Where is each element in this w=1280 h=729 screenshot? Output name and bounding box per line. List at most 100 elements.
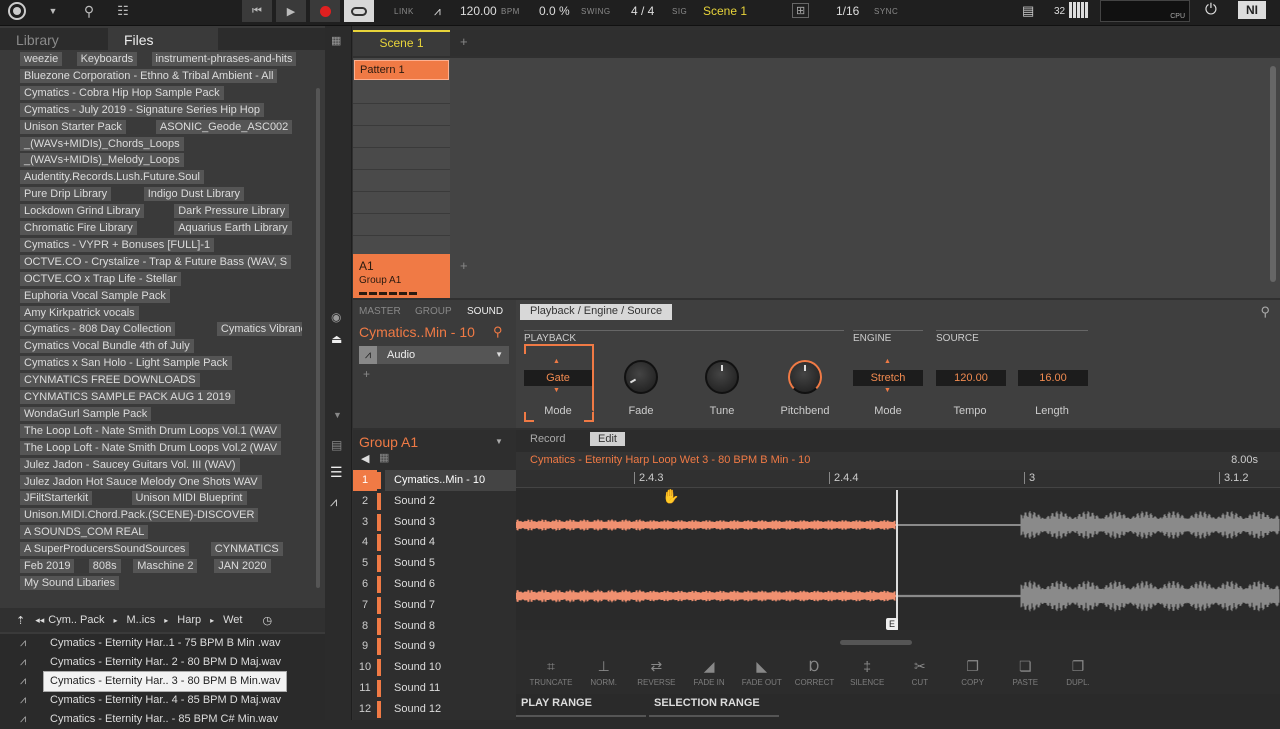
- folder-tag[interactable]: OCTVE.CO x Trap Life - Stellar: [20, 271, 181, 286]
- menu-dropdown-button[interactable]: ▼: [40, 0, 66, 22]
- add-scene-button[interactable]: +: [460, 34, 468, 49]
- search-icon[interactable]: ⚲: [1260, 304, 1270, 320]
- timeline-ruler[interactable]: 2.4.3 2.4.4 3 3.1.2: [516, 470, 1280, 488]
- tab-sound[interactable]: SOUND: [467, 306, 503, 317]
- pitchbend-knob[interactable]: [788, 360, 822, 394]
- restart-button[interactable]: ⏮: [242, 0, 272, 22]
- sound-slot[interactable]: 10 Sound 10: [353, 657, 516, 678]
- collapse-icon[interactable]: ▼: [333, 410, 342, 420]
- waveform-view[interactable]: E ✋: [516, 488, 1280, 630]
- folder-tag[interactable]: 808s: [88, 559, 121, 573]
- pattern-row[interactable]: [353, 192, 450, 214]
- chevron-down-icon[interactable]: ▼: [495, 437, 503, 446]
- folder-tag[interactable]: Indigo Dust Library: [143, 187, 245, 202]
- tab-files[interactable]: Files: [108, 28, 218, 50]
- play-button[interactable]: ▶: [276, 0, 306, 22]
- keyboard-view-icon[interactable]: ▤: [1022, 3, 1034, 19]
- sound-slot[interactable]: 5 Sound 5: [353, 553, 516, 574]
- folder-tag[interactable]: Unison MIDI Blueprint: [131, 491, 247, 506]
- file-row[interactable]: ⩘ Cymatics - Eternity Har.. 4 - 85 BPM D …: [0, 691, 325, 710]
- link-toggle[interactable]: LINK: [394, 7, 414, 16]
- folder-tag[interactable]: Maschine 2: [133, 559, 198, 573]
- speaker-icon[interactable]: ◀: [361, 452, 369, 465]
- folder-tag[interactable]: CYNMATICS FREE DOWNLOADS: [20, 373, 200, 388]
- reverse-button[interactable]: ⇄ REVERSE: [631, 658, 681, 687]
- waveform-scrollbar[interactable]: [840, 640, 912, 645]
- folder-tag[interactable]: Cymatics - Cobra Hip Hop Sample Pack: [20, 85, 224, 100]
- breadcrumb-item[interactable]: M..ics: [127, 614, 156, 626]
- folder-tag[interactable]: CYNMATICS: [210, 542, 283, 557]
- sound-slot[interactable]: 4 Sound 4: [353, 532, 516, 553]
- folder-tag[interactable]: A SuperProducersSoundSources: [20, 542, 190, 557]
- quantize-value[interactable]: 1/16: [836, 4, 859, 18]
- folder-tag[interactable]: _(WAVs+MIDIs)_Chords_Loops: [20, 136, 184, 151]
- folder-tag[interactable]: JFiltStarterkit: [20, 491, 93, 506]
- folder-tag[interactable]: JAN 2020: [214, 559, 271, 573]
- arranger-view-icon[interactable]: ▦: [331, 34, 341, 47]
- pattern-row[interactable]: [353, 82, 450, 104]
- folder-tag[interactable]: Cymatics - VYPR + Bonuses [FULL]-1: [20, 237, 215, 252]
- maschine-logo-button[interactable]: [4, 0, 30, 22]
- up-arrow-icon[interactable]: ▲: [553, 358, 560, 365]
- engine-mode-selector[interactable]: Stretch: [853, 370, 923, 386]
- sync-label[interactable]: SYNC: [874, 7, 898, 16]
- silence-button[interactable]: ‡ SILENCE: [842, 658, 892, 687]
- ni-logo-icon[interactable]: NI: [1238, 1, 1266, 19]
- down-arrow-icon[interactable]: ▼: [884, 387, 891, 394]
- edit-tab[interactable]: Edit: [590, 432, 625, 446]
- copy-button[interactable]: ❐ COPY: [948, 658, 998, 687]
- mode-selector[interactable]: Gate: [524, 370, 592, 386]
- folder-tag[interactable]: instrument-phrases-and-hits: [151, 52, 297, 66]
- folder-tag[interactable]: Cymatics x San Holo - Light Sample Pack: [20, 356, 232, 371]
- sound-slot[interactable]: 1 Cymatics..Min - 10: [353, 470, 516, 491]
- tag-scrollbar[interactable]: [316, 88, 320, 588]
- fade-knob[interactable]: [624, 360, 658, 394]
- folder-tag[interactable]: Lockdown Grind Library: [20, 204, 145, 219]
- pattern-row[interactable]: [353, 126, 450, 148]
- folder-tag[interactable]: Cymatics - 808 Day Collection: [20, 322, 176, 337]
- file-row[interactable]: ⩘ Cymatics - Eternity Har.. 2 - 80 BPM D …: [0, 653, 325, 672]
- folder-tag[interactable]: CYNMATICS SAMPLE PACK AUG 1 2019: [20, 390, 235, 404]
- cut-button[interactable]: ✂ CUT: [895, 658, 945, 687]
- folder-tag[interactable]: Chromatic Fire Library: [20, 221, 137, 235]
- pad-view-icon[interactable]: ▤: [331, 438, 342, 452]
- scene-slot[interactable]: Scene 1: [353, 30, 450, 56]
- breadcrumb-item[interactable]: Wet: [223, 614, 242, 626]
- folder-tag[interactable]: My Sound Libaries: [20, 575, 120, 590]
- sound-slot[interactable]: 12 Sound 12: [353, 699, 516, 720]
- duplicate-button[interactable]: ❐ DUPL.: [1053, 658, 1103, 687]
- grid-icon[interactable]: ▦: [379, 451, 389, 464]
- folder-tag[interactable]: OCTVE.CO - Crystalize - Trap & Future Ba…: [20, 254, 292, 269]
- down-arrow-icon[interactable]: ▼: [553, 387, 560, 394]
- group-slot-a1[interactable]: A1 Group A1: [353, 254, 450, 298]
- signature-value[interactable]: 4 / 4: [631, 4, 654, 18]
- sample-editor-icon[interactable]: ⩘: [330, 494, 337, 510]
- folder-tag[interactable]: WondaGurl Sample Pack: [20, 406, 152, 421]
- length-value[interactable]: 16.00: [1018, 370, 1088, 386]
- fade-out-button[interactable]: ◣ FADE OUT: [737, 658, 787, 687]
- up-arrow-icon[interactable]: ▲: [884, 358, 891, 365]
- bpm-value[interactable]: 120.00: [460, 4, 497, 18]
- group-name[interactable]: Group A1: [359, 434, 418, 450]
- list-view-icon[interactable]: ☰: [330, 464, 343, 481]
- page-selector[interactable]: Playback / Engine / Source: [520, 304, 673, 320]
- follow-icon[interactable]: ⊞: [792, 3, 810, 18]
- scene-display[interactable]: Scene 1: [703, 4, 747, 18]
- folder-tag[interactable]: Amy Kirkpatrick vocals: [20, 305, 139, 320]
- tune-knob[interactable]: [705, 360, 739, 394]
- up-arrow-icon[interactable]: ⇡: [16, 614, 25, 627]
- folder-tag[interactable]: Cymatics - July 2019 - Signature Series …: [20, 102, 264, 117]
- pattern-row[interactable]: [353, 104, 450, 126]
- arranger-scrollbar[interactable]: [1270, 66, 1276, 282]
- end-marker[interactable]: E: [886, 618, 898, 630]
- folder-tag[interactable]: A SOUNDS_COM REAL: [20, 525, 149, 540]
- pattern-slot[interactable]: Pattern 1: [354, 60, 449, 80]
- sound-slot[interactable]: 11 Sound 11: [353, 678, 516, 699]
- sound-slot[interactable]: 7 Sound 7: [353, 595, 516, 616]
- folder-tag[interactable]: Dark Pressure Library: [174, 204, 290, 219]
- folder-tag[interactable]: Pure Drip Library: [20, 187, 112, 202]
- breadcrumb-item[interactable]: Cym.. Pack: [48, 614, 104, 626]
- paste-button[interactable]: ❏ PASTE: [1000, 658, 1050, 687]
- folder-tag[interactable]: Cymatics Vibrance: [216, 322, 302, 337]
- folder-tag[interactable]: Bluezone Corporation - Ethno & Tribal Am…: [20, 68, 278, 83]
